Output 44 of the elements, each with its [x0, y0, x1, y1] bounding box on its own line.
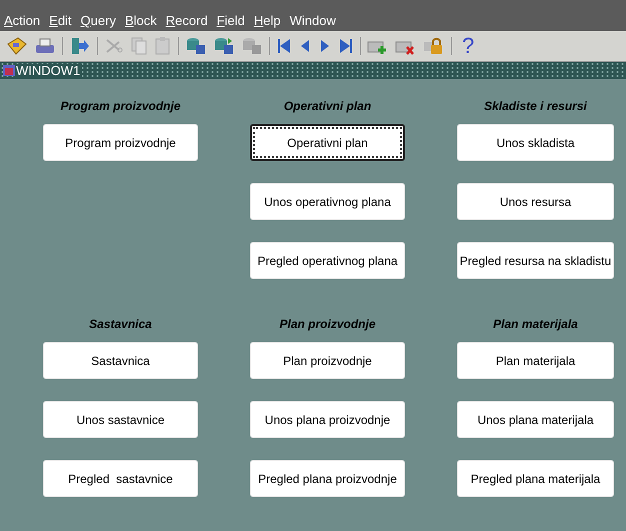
form-button[interactable]: Plan proizvodnje: [250, 342, 405, 379]
database-query-icon: [241, 36, 263, 56]
form-button[interactable]: Unos plana materijala: [457, 401, 614, 438]
form-button[interactable]: Pregled sastavnice: [43, 460, 198, 497]
window-icon: [2, 64, 16, 77]
section-heading: Skladiste i resursi: [484, 98, 587, 115]
form-button[interactable]: Pregled operativnog plana: [250, 242, 405, 279]
form-button[interactable]: Operativni plan: [250, 124, 405, 161]
first-record-icon[interactable]: [276, 36, 292, 56]
form-button[interactable]: Sastavnica: [43, 342, 198, 379]
form-button[interactable]: Unos skladista: [457, 124, 614, 161]
menu-item[interactable]: Record: [166, 14, 208, 27]
database-query-icon[interactable]: [213, 36, 235, 56]
menu-item[interactable]: Block: [124, 14, 157, 27]
help-button[interactable]: ?: [458, 35, 478, 57]
form-button[interactable]: Pregled plana materijala: [457, 460, 614, 497]
menu-item[interactable]: Edit: [49, 14, 72, 27]
window-title: WINDOW1: [16, 64, 82, 77]
menu-item[interactable]: Window: [290, 14, 336, 27]
form-button[interactable]: Unos plana proizvodnje: [250, 401, 405, 438]
last-record-icon[interactable]: [338, 36, 354, 56]
exit-door-icon[interactable]: [69, 36, 91, 56]
menu-item[interactable]: Field: [216, 14, 245, 27]
form-button[interactable]: Program proizvodnje: [43, 124, 198, 161]
menu-item[interactable]: Action: [4, 14, 40, 27]
section-heading: Plan materijala: [493, 316, 578, 333]
database-query-icon[interactable]: [185, 36, 207, 56]
form-button[interactable]: Pregled plana proizvodnje: [250, 460, 405, 497]
form-button[interactable]: Unos operativnog plana: [250, 183, 405, 220]
paste-icon: [154, 36, 172, 56]
menu-item[interactable]: Query: [80, 14, 116, 27]
menu-item[interactable]: Help: [254, 14, 281, 27]
printer-icon[interactable]: [34, 36, 56, 56]
form-button[interactable]: Pregled resursa na skladistu: [457, 242, 614, 279]
copy-icon: [130, 36, 148, 56]
form-button[interactable]: Plan materijala: [457, 342, 614, 379]
form-button[interactable]: Unos sastavnice: [43, 401, 198, 438]
form-button[interactable]: Unos resursa: [457, 183, 614, 220]
section-heading: Plan proizvodnje: [279, 316, 376, 333]
section-heading: Operativni plan: [284, 98, 372, 115]
section-heading: Program proizvodnje: [60, 98, 181, 115]
padlock-icon[interactable]: [423, 36, 445, 56]
section-heading: Sastavnica: [89, 316, 152, 333]
save-icon[interactable]: [6, 36, 28, 56]
